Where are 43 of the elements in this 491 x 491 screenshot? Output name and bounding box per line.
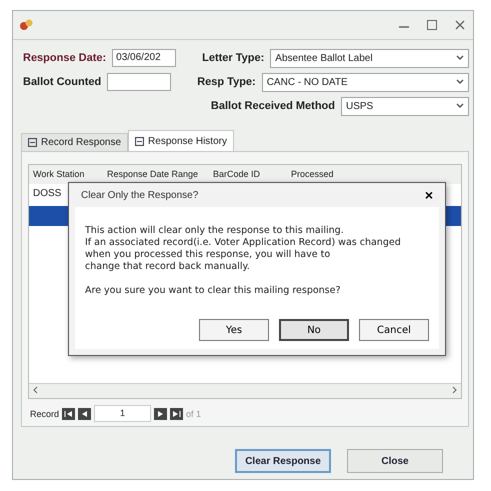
- dropdown[interactable]: USPS: [341, 96, 469, 116]
- column-header[interactable]: Processed: [291, 169, 351, 183]
- dropdown[interactable]: Absentee Ballot Label: [270, 48, 469, 68]
- tab-icon: [28, 138, 37, 147]
- dialog-message: Are you sure you want to clear this mailing response?: [85, 285, 341, 297]
- action-button[interactable]: Close: [347, 449, 443, 473]
- text-field[interactable]: 03/06/202: [112, 49, 176, 67]
- column-header[interactable]: Work Station: [33, 169, 107, 183]
- field-label: Resp Type:: [197, 76, 256, 88]
- dialog-title: Clear Only the Response?: [81, 190, 200, 200]
- scroll-left-icon[interactable]: [32, 386, 38, 394]
- field-label: Response Date:: [23, 52, 106, 64]
- field-label: Ballot Counted: [23, 76, 102, 88]
- chevron-down-icon[interactable]: [456, 79, 464, 85]
- record-field[interactable]: 1: [94, 405, 152, 422]
- dialog-message: This action will clear only the response to this mailing. If an associated record(i.e. Voter Application Record) was changed when you processed this response, you will have to change that record back manually.: [85, 225, 401, 273]
- close-button[interactable]: [453, 18, 467, 32]
- text-field[interactable]: [107, 73, 172, 91]
- first-record-nav-icon[interactable]: [62, 408, 76, 420]
- dialog-button[interactable]: Cancel: [359, 319, 429, 341]
- record-count: of 1: [186, 408, 202, 418]
- field-label: Ballot Received Method: [210, 100, 335, 112]
- maximize-button[interactable]: [425, 18, 439, 32]
- tab[interactable]: Response History: [128, 130, 234, 151]
- scroll-right-icon[interactable]: [452, 386, 458, 394]
- column-header[interactable]: Response Date Range: [107, 169, 213, 183]
- next-record-nav-icon[interactable]: [154, 408, 168, 420]
- previous-record-nav-icon[interactable]: [78, 408, 92, 420]
- last-record-nav-icon[interactable]: [170, 408, 184, 420]
- dialog-button[interactable]: No: [279, 319, 349, 341]
- tab[interactable]: Record Response: [21, 133, 128, 151]
- dialog-button[interactable]: Yes: [199, 319, 269, 341]
- app-icon: [19, 18, 33, 32]
- tab-icon: [135, 136, 144, 146]
- close-button[interactable]: ×: [418, 187, 439, 203]
- chevron-down-icon[interactable]: [456, 55, 464, 61]
- column-header[interactable]: BarCode ID: [213, 169, 291, 183]
- field-label: Letter Type:: [202, 52, 264, 64]
- chevron-down-icon[interactable]: [456, 103, 464, 109]
- navigator-label: Record: [30, 408, 60, 418]
- dropdown[interactable]: CANC - NO DATE: [262, 72, 469, 92]
- action-button[interactable]: Clear Response: [235, 449, 331, 473]
- horizontal-scrollbar[interactable]: [29, 383, 461, 398]
